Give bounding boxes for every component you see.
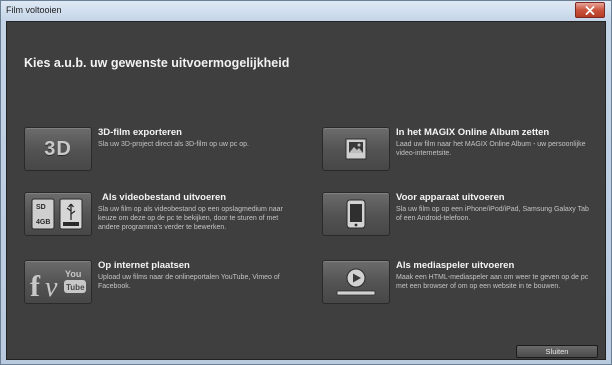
svg-text:You: You: [65, 269, 81, 279]
social-media-icon[interactable]: f v You Tube: [24, 260, 92, 304]
svg-text:f: f: [30, 270, 41, 301]
option-description: Sla uw film op als videobestand op een o…: [98, 206, 283, 231]
option-media-player[interactable]: Als mediaspeler uitvoeren Maak een HTML-…: [322, 260, 592, 310]
option-device[interactable]: Voor apparaat uitvoeren Sla uw film op o…: [322, 192, 592, 242]
option-title[interactable]: Voor apparaat uitvoeren: [396, 192, 505, 203]
option-description: Sla uw 3D-project direct als 3D-film op …: [98, 141, 249, 148]
option-description: Maak een HTML-mediaspeler aan om weer te…: [396, 274, 589, 290]
option-description: Upload uw films naar de onlineportalen Y…: [98, 274, 280, 290]
option-title[interactable]: Als videobestand uitvoeren: [102, 192, 226, 203]
window-title: Film voltooien: [6, 5, 62, 15]
svg-text:SD: SD: [36, 204, 46, 211]
svg-text:v: v: [45, 272, 58, 301]
dialog-content: Kies a.u.b. uw gewenste uitvoermogelijkh…: [6, 21, 606, 360]
option-title[interactable]: Op internet plaatsen: [98, 260, 190, 271]
option-title[interactable]: In het MAGIX Online Album zetten: [396, 127, 549, 138]
sluiten-button[interactable]: Sluiten: [516, 345, 598, 358]
svg-text:4GB: 4GB: [36, 219, 50, 226]
svg-text:Tube: Tube: [66, 283, 85, 292]
option-video-file[interactable]: SD 4GB Als videobestand uitvoeren Sla uw…: [24, 192, 294, 242]
page-title: Kies a.u.b. uw gewenste uitvoermogelijkh…: [24, 56, 290, 70]
option-description: Sla uw film op op een iPhone/iPod/iPad, …: [396, 206, 589, 222]
photo-album-icon[interactable]: [322, 127, 390, 171]
option-internet[interactable]: f v You Tube Op internet plaatsen Upload…: [24, 260, 294, 310]
option-3d-export[interactable]: 3D 3D-film exporteren Sla uw 3D-project …: [24, 127, 294, 177]
close-icon: [585, 5, 595, 15]
option-online-album[interactable]: In het MAGIX Online Album zetten Laad uw…: [322, 127, 592, 177]
storage-media-icon[interactable]: SD 4GB: [24, 192, 92, 236]
option-title[interactable]: 3D-film exporteren: [98, 127, 182, 138]
option-title[interactable]: Als mediaspeler uitvoeren: [396, 260, 514, 271]
dialog-window: Film voltooien Kies a.u.b. uw gewenste u…: [0, 0, 612, 365]
media-player-icon[interactable]: [322, 260, 390, 304]
option-description: Laad uw film naar het MAGIX Online Album…: [396, 141, 586, 157]
3d-icon[interactable]: 3D: [24, 127, 92, 171]
phone-icon[interactable]: [322, 192, 390, 236]
window-close-button[interactable]: [575, 2, 605, 18]
title-bar[interactable]: Film voltooien: [1, 1, 611, 21]
